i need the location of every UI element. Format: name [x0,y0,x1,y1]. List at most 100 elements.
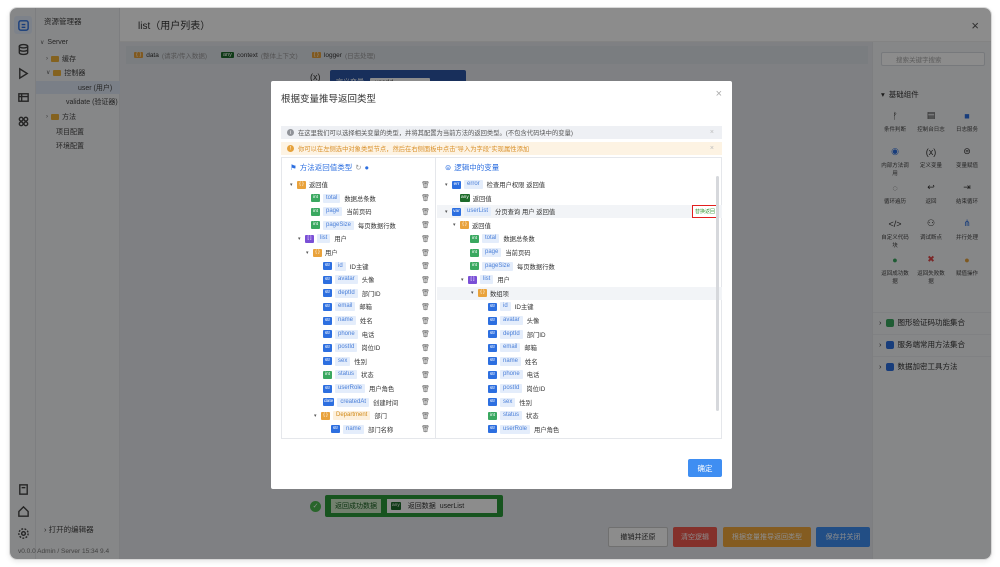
type-row[interactable]: int pageSize 每页数据行数 🗑 [282,219,435,232]
type-row[interactable]: int page 当前页码 [437,246,722,259]
type-row[interactable]: ▾[ ] list 用户 🗑 [282,232,435,245]
type-row[interactable]: str name 姓名 🗑 [282,314,435,327]
trash-icon[interactable]: 🗑 [421,289,430,297]
right-head-label: 逻辑中的变量 [454,163,500,172]
trash-icon[interactable]: 🗑 [421,385,430,393]
trash-icon[interactable]: 🗑 [421,276,430,284]
field-desc: 头像 [361,277,375,285]
scrollbar[interactable] [716,176,719,411]
type-row[interactable]: int status 状态 [437,409,722,422]
expand-chevron-icon[interactable]: ▾ [453,222,460,228]
type-row[interactable]: str sex 性别 [437,396,722,409]
expand-chevron-icon[interactable]: ▾ [290,182,297,188]
field-name: total [482,234,500,244]
add-icon[interactable]: ● [365,163,370,172]
field-desc: 用户角色 [534,426,560,434]
dialog-close-icon[interactable]: × [716,88,722,100]
trash-icon[interactable]: 🗑 [421,317,430,325]
field-name: status [335,370,358,380]
trash-icon[interactable]: 🗑 [421,262,430,270]
field-desc: 性别 [354,358,367,366]
trash-icon[interactable]: 🗑 [421,357,430,365]
trash-icon[interactable]: 🗑 [421,208,430,216]
type-row[interactable]: str email 邮箱 🗑 [282,300,435,313]
type-row[interactable]: ▾{ } Department 部门 🗑 [282,409,435,422]
field-name: avatar [335,275,358,285]
trash-icon[interactable]: 🗑 [421,194,430,202]
type-row[interactable]: ▾[ ] list 用户 [437,273,722,286]
type-row[interactable]: ▾{ }Position岗位🗑 [282,436,435,438]
type-row[interactable]: str phone 电话 🗑 [282,328,435,341]
type-row[interactable]: str postId 岗位ID [437,382,722,395]
replace-return-button[interactable]: 替换返回 [691,205,718,219]
type-row[interactable]: ▾{ } 返回值 🗑 [282,178,435,191]
warn-text: 你可以在左侧选中对象类型节点，然后在右侧面板中点击"导入为字段"实现属性添加 [298,146,530,153]
type-row[interactable]: ▾{ } 返回值 [437,219,722,232]
type-row[interactable]: ▾{ } 用户 🗑 [282,246,435,259]
type-row[interactable]: ▾ var userList 分页查询 用户 返回值 替换返回 [437,205,722,219]
type-row[interactable]: int pageSize 每页数据行数 [437,260,722,273]
info-close-icon[interactable]: × [710,129,714,136]
type-row[interactable]: int status 状态 🗑 [282,368,435,381]
field-desc: 返回值 [472,195,492,203]
expand-chevron-icon[interactable]: ▾ [298,236,305,242]
trash-icon[interactable]: 🗑 [421,181,430,189]
type-tag: str [323,330,332,339]
trash-icon[interactable]: 🗑 [421,412,430,420]
trash-icon[interactable]: 🗑 [421,221,430,229]
type-tag: { } [478,289,487,298]
type-row[interactable]: str email 邮箱 [437,341,722,354]
confirm-button[interactable]: 确定 [688,459,722,477]
type-row[interactable]: str avatar 头像 [437,314,722,327]
trash-icon[interactable]: 🗑 [421,425,430,433]
type-row[interactable]: str avatar 头像 🗑 [282,273,435,286]
type-row[interactable]: str id ID主键 [437,300,722,313]
type-row[interactable]: str deptId 部门ID 🗑 [282,287,435,300]
type-row[interactable]: int page 当前页码 🗑 [282,205,435,218]
type-tag: str [488,425,497,434]
trash-icon[interactable]: 🗑 [421,249,430,257]
expand-chevron-icon[interactable]: ▾ [306,250,313,256]
type-row[interactable]: str id ID主键 🗑 [282,260,435,273]
trash-icon[interactable]: 🗑 [421,303,430,311]
type-tag: str [323,316,332,325]
trash-icon[interactable]: 🗑 [421,344,430,352]
trash-icon[interactable]: 🗑 [421,371,430,379]
type-row[interactable]: ▾ err error 检查用户权限 返回值 [437,178,722,191]
type-tag: str [323,262,332,271]
expand-chevron-icon[interactable]: ▾ [445,209,452,215]
type-row[interactable]: datecreatedAt创建时间 [437,436,722,438]
trash-icon[interactable]: 🗑 [421,398,430,406]
warn-close-icon[interactable]: × [710,145,714,152]
type-row[interactable]: str postId 岗位ID 🗑 [282,341,435,354]
type-tag: int [470,234,479,243]
field-name: createdAt [337,397,370,407]
type-row[interactable]: str name 姓名 [437,355,722,368]
trash-icon[interactable]: 🗑 [421,330,430,338]
type-tag: str [488,316,497,325]
type-row[interactable]: ▾{ } 数组项 [437,286,722,300]
field-desc: 电话 [361,331,375,339]
type-row[interactable]: str userRole 用户角色 [437,423,722,436]
type-row[interactable]: str userRole 用户角色 🗑 [282,382,435,395]
field-desc: 数据总条数 [344,195,376,203]
field-desc: 返回值 [472,222,491,230]
expand-chevron-icon[interactable]: ▾ [314,413,321,419]
type-row[interactable]: str name 部门名称 🗑 [282,423,435,436]
type-row[interactable]: str sex 性别 🗑 [282,355,435,368]
type-tag: int [311,194,320,203]
type-row[interactable]: any 返回值 [437,192,722,205]
type-row[interactable]: str phone 电话 [437,368,722,381]
type-tag: str [323,289,332,298]
expand-chevron-icon[interactable]: ▾ [461,277,468,283]
trash-icon[interactable]: 🗑 [421,235,430,243]
expand-chevron-icon[interactable]: ▾ [445,182,452,188]
type-row[interactable]: int total 数据总条数 [437,232,722,245]
type-row[interactable]: str deptId 部门ID [437,328,722,341]
field-name: userList [464,207,492,217]
type-row[interactable]: int total 数据总条数 🗑 [282,192,435,205]
type-row[interactable]: date createdAt 创建时间 🗑 [282,396,435,409]
refresh-icon[interactable]: ↻ [355,163,361,172]
field-desc: 状态 [361,372,374,380]
expand-chevron-icon[interactable]: ▾ [471,290,478,296]
